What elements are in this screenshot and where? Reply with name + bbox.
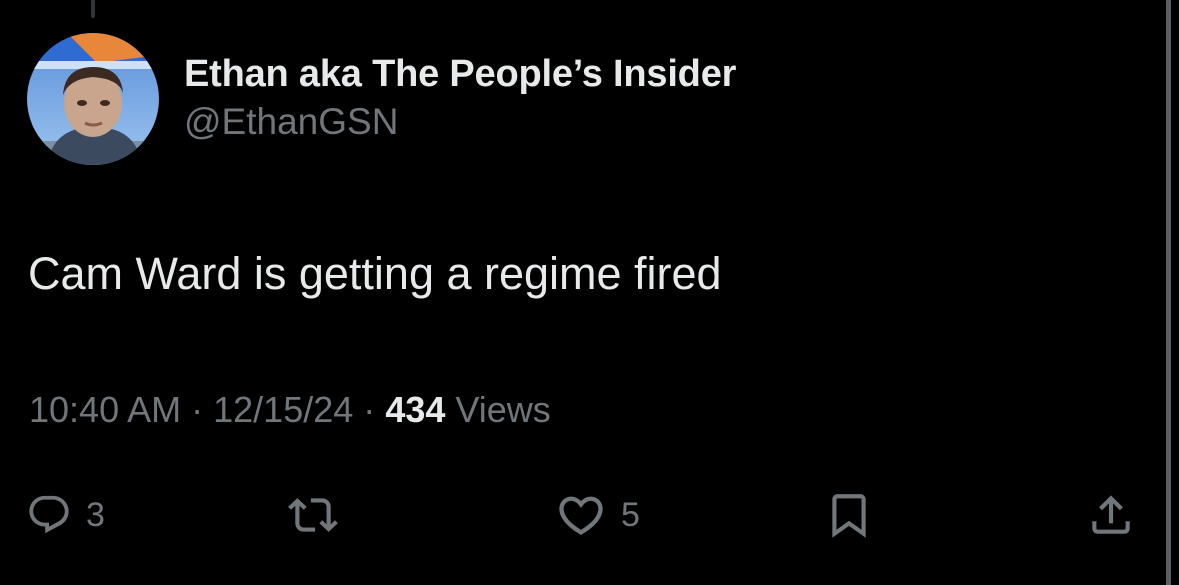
heart-icon: [559, 496, 603, 535]
avatar[interactable]: [27, 33, 159, 165]
meta-separator: ·: [191, 389, 204, 430]
bookmark-button[interactable]: [824, 480, 874, 550]
reply-button[interactable]: 3: [26, 480, 105, 550]
meta-separator: ·: [363, 389, 376, 430]
like-button[interactable]: 5: [555, 480, 640, 550]
share-icon: [1092, 495, 1130, 534]
author-block[interactable]: Ethan aka The People’s Insider @EthanGSN: [184, 52, 736, 144]
like-count: 5: [621, 496, 640, 534]
tweet-time[interactable]: 10:40 AM: [29, 389, 181, 430]
author-handle[interactable]: @EthanGSN: [184, 100, 736, 144]
share-button[interactable]: [1086, 480, 1136, 550]
views-label: Views: [455, 389, 551, 430]
retweet-icon: [288, 498, 338, 532]
author-display-name[interactable]: Ethan aka The People’s Insider: [184, 52, 736, 96]
action-bar: 3 5: [0, 480, 1179, 550]
tweet-meta: 10:40 AM · 12/15/24 · 434 Views: [29, 388, 551, 432]
reply-count: 3: [86, 496, 105, 534]
reply-icon: [29, 495, 69, 534]
avatar-image: [27, 33, 159, 165]
bookmark-icon: [832, 494, 866, 538]
tweet-date[interactable]: 12/15/24: [213, 389, 353, 430]
views-count: 434: [385, 389, 446, 430]
thread-connector-line: [91, 0, 95, 18]
tweet-text: Cam Ward is getting a regime fired: [28, 248, 722, 299]
retweet-button[interactable]: [288, 480, 338, 550]
